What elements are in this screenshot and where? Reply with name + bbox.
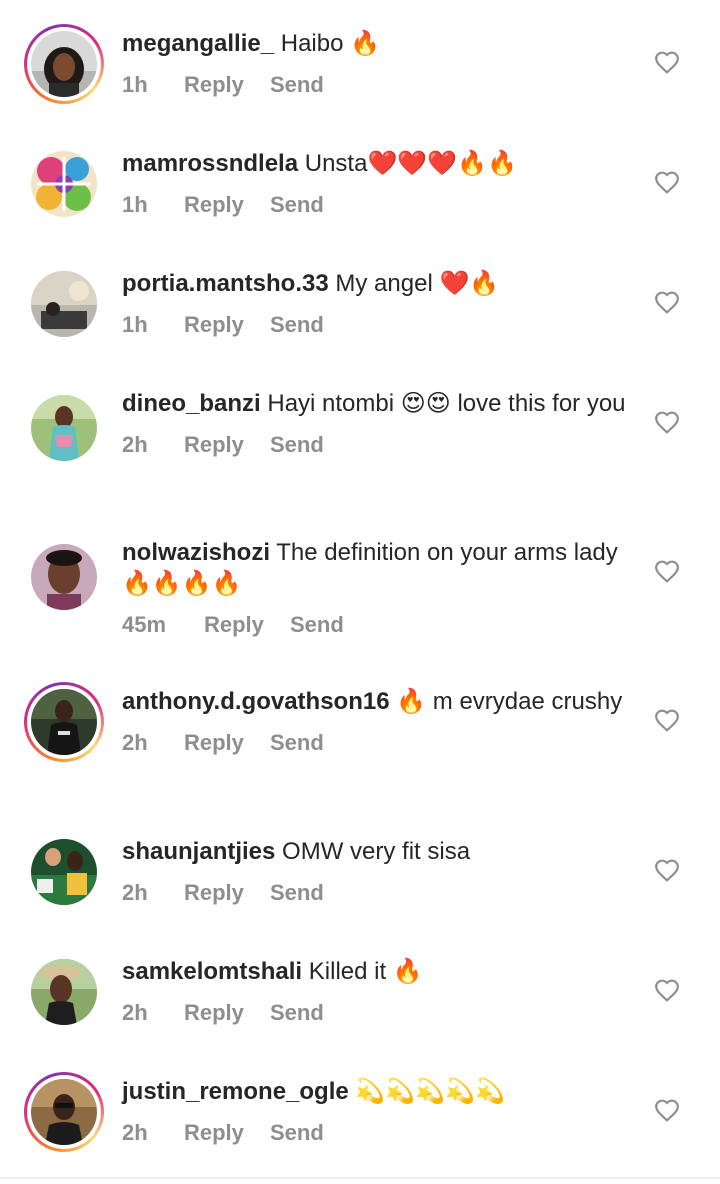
avatar-image	[31, 151, 97, 217]
comment-timestamp: 2h	[122, 1000, 148, 1025]
comment-text: Haibo 🔥	[280, 30, 380, 57]
comment-text: OMW very fit sisa	[282, 838, 471, 865]
comment-text: 🔥 m evrydae crushy	[396, 688, 623, 715]
send-button[interactable]: Send	[270, 312, 324, 338]
avatar[interactable]	[24, 144, 104, 224]
send-button[interactable]: Send	[270, 880, 324, 906]
comment-username[interactable]: justin_remone_ogle	[122, 1078, 349, 1105]
comment-body: dineo_banzi Hayi ntombi 😍😍 love this for…	[122, 388, 632, 419]
avatar[interactable]	[24, 1072, 104, 1152]
reply-button[interactable]: Reply	[184, 1120, 270, 1146]
reply-button[interactable]: Reply	[184, 432, 270, 458]
heart-outline-icon[interactable]	[654, 708, 680, 734]
comment-text: 💫💫💫💫💫	[355, 1078, 505, 1105]
reply-button[interactable]: Reply	[184, 192, 270, 218]
heart-outline-icon[interactable]	[654, 1098, 680, 1124]
comment-text: Unsta❤️❤️❤️🔥🔥	[304, 150, 517, 177]
comment-timestamp: 2h	[122, 730, 148, 755]
send-button[interactable]: Send	[270, 1120, 324, 1146]
comment-body: mamrossndlela Unsta❤️❤️❤️🔥🔥	[122, 148, 632, 179]
heart-outline-icon[interactable]	[654, 410, 680, 436]
comment-body: justin_remone_ogle 💫💫💫💫💫	[122, 1076, 632, 1107]
reply-button[interactable]: Reply	[204, 612, 290, 638]
avatar[interactable]	[24, 832, 104, 912]
send-button[interactable]: Send	[270, 1000, 324, 1026]
comment-body: samkelomtshali Killed it 🔥	[122, 956, 632, 987]
avatar-image	[31, 395, 97, 461]
comment-username[interactable]: anthony.d.govathson16	[122, 688, 390, 715]
comment-timestamp: 2h	[122, 880, 148, 905]
comment-username[interactable]: samkelomtshali	[122, 958, 302, 985]
reply-button[interactable]: Reply	[184, 880, 270, 906]
avatar-image	[31, 839, 97, 905]
send-button[interactable]: Send	[270, 192, 324, 218]
comment-text: My angel ❤️🔥	[335, 270, 500, 297]
avatar[interactable]	[24, 24, 104, 104]
reply-button[interactable]: Reply	[184, 312, 270, 338]
avatar[interactable]	[24, 388, 104, 468]
avatar[interactable]	[24, 264, 104, 344]
avatar[interactable]	[24, 952, 104, 1032]
avatar-image	[31, 959, 97, 1025]
comment-username[interactable]: nolwazishozi	[122, 539, 270, 566]
reply-button[interactable]: Reply	[184, 1000, 270, 1026]
avatar-image	[31, 689, 97, 755]
avatar[interactable]	[24, 682, 104, 762]
heart-outline-icon[interactable]	[654, 50, 680, 76]
reply-button[interactable]: Reply	[184, 730, 270, 756]
heart-outline-icon[interactable]	[654, 290, 680, 316]
send-button[interactable]: Send	[270, 730, 324, 756]
avatar-image	[31, 31, 97, 97]
comment-body: shaunjantjies OMW very fit sisa	[122, 836, 632, 867]
heart-outline-icon[interactable]	[654, 559, 680, 585]
comment-username[interactable]: dineo_banzi	[122, 390, 261, 417]
comment-text: Killed it 🔥	[308, 958, 423, 985]
divider	[0, 1177, 720, 1179]
comment-username[interactable]: mamrossndlela	[122, 150, 298, 177]
avatar[interactable]	[24, 537, 104, 617]
comment-body: anthony.d.govathson16 🔥 m evrydae crushy	[122, 686, 632, 717]
send-button[interactable]: Send	[270, 432, 324, 458]
comment-text: Hayi ntombi 😍😍 love this for you	[267, 390, 626, 417]
reply-button[interactable]: Reply	[184, 72, 270, 98]
heart-outline-icon[interactable]	[654, 978, 680, 1004]
heart-outline-icon[interactable]	[654, 170, 680, 196]
comment-username[interactable]: portia.mantsho.33	[122, 270, 329, 297]
avatar-image	[31, 271, 97, 337]
comment-timestamp: 1h	[122, 312, 148, 337]
comment-timestamp: 2h	[122, 432, 148, 457]
comment-timestamp: 1h	[122, 192, 148, 217]
heart-outline-icon[interactable]	[654, 858, 680, 884]
comment-username[interactable]: shaunjantjies	[122, 838, 275, 865]
comment-body: megangallie_ Haibo 🔥	[122, 28, 632, 59]
comment-body: nolwazishozi The definition on your arms…	[122, 537, 632, 599]
comment-timestamp: 1h	[122, 72, 148, 97]
comment-timestamp: 45m	[122, 612, 167, 637]
avatar-image	[31, 1079, 97, 1145]
comment-body: portia.mantsho.33 My angel ❤️🔥	[122, 268, 632, 299]
comment-timestamp: 2h	[122, 1120, 148, 1145]
send-button[interactable]: Send	[290, 612, 344, 638]
avatar-image	[31, 544, 97, 610]
comment-username[interactable]: megangallie_	[122, 30, 274, 57]
send-button[interactable]: Send	[270, 72, 324, 98]
